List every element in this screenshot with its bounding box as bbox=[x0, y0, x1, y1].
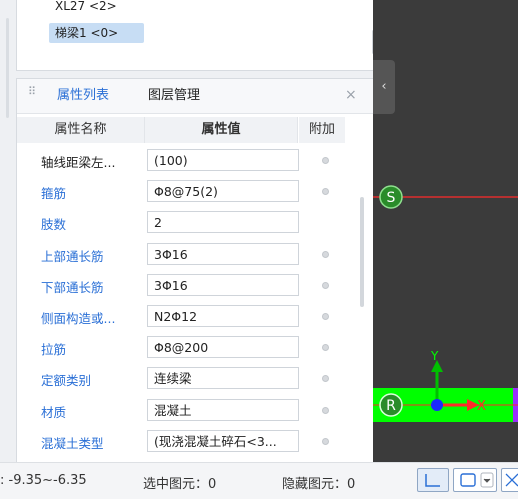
property-name: 轴线距梁左... bbox=[41, 155, 116, 170]
property-name: 箍筋 bbox=[41, 186, 67, 202]
property-name: 混凝土类型 bbox=[41, 435, 104, 451]
cross-select-button[interactable] bbox=[501, 468, 518, 492]
table-row[interactable]: 侧面构造或... N2Φ12 bbox=[17, 301, 373, 332]
column-header-name: 属性名称 bbox=[17, 117, 145, 143]
property-rows: 轴线距梁左... (100) 箍筋 Φ8@75(2) 肢数 2 上部通长筋 3Φ16 下部通长筋… bbox=[17, 145, 373, 457]
extra-checkbox[interactable] bbox=[322, 188, 329, 196]
coordinate-readout: : -9.35~-6.35 bbox=[0, 473, 87, 488]
left-edge-strip bbox=[0, 0, 16, 462]
tab-layer-management[interactable]: 图层管理 bbox=[148, 79, 200, 113]
tab-property-list[interactable]: 属性列表 bbox=[57, 79, 109, 113]
property-value-field[interactable]: 3Φ16 bbox=[147, 273, 299, 296]
panel-tab-bar: ⠿ 属性列表 图层管理 × bbox=[17, 79, 373, 114]
property-value-field[interactable]: Φ8@75(2) bbox=[147, 180, 299, 203]
column-header-extra: 附加 bbox=[299, 117, 345, 143]
list-item-selected[interactable]: 梯梁1 <0> bbox=[49, 23, 145, 43]
collapse-panel-button[interactable]: ‹ bbox=[373, 60, 395, 114]
x-axis-label: X bbox=[477, 399, 486, 414]
table-row[interactable]: 肢数 2 bbox=[17, 207, 373, 238]
drag-handle-icon[interactable]: ⠿ bbox=[28, 86, 36, 102]
selected-count: 选中图元：0 bbox=[143, 477, 217, 492]
corner-snap-icon bbox=[425, 474, 440, 487]
snap-mode-button[interactable] bbox=[417, 468, 449, 492]
extra-checkbox[interactable] bbox=[322, 437, 329, 445]
y-axis-label: Y bbox=[430, 349, 439, 363]
status-bar: : -9.35~-6.35 选中图元：0 隐藏图元：0 bbox=[0, 462, 518, 499]
cross-icon bbox=[505, 473, 518, 487]
property-name: 肢数 bbox=[41, 217, 67, 233]
table-row[interactable]: 上部通长筋 3Φ16 bbox=[17, 239, 373, 270]
properties-scrollbar[interactable] bbox=[360, 197, 364, 307]
extra-checkbox[interactable] bbox=[322, 406, 329, 414]
left-scrollbar[interactable] bbox=[6, 18, 9, 118]
extra-checkbox[interactable] bbox=[322, 157, 329, 164]
column-header-value: 属性值 bbox=[145, 117, 298, 143]
extra-checkbox[interactable] bbox=[322, 375, 329, 383]
property-name: 定额类别 bbox=[41, 373, 92, 389]
r-marker-label: R bbox=[386, 398, 396, 414]
property-name: 上部通长筋 bbox=[41, 248, 104, 264]
property-value-field[interactable]: 混凝土 bbox=[147, 398, 299, 421]
component-list-panel: XL27 <2> 梯梁1 <0> bbox=[16, 0, 375, 71]
hidden-count: 隐藏图元：0 bbox=[282, 477, 356, 492]
extra-checkbox[interactable] bbox=[322, 312, 329, 320]
property-value-field[interactable]: (100) bbox=[147, 149, 299, 171]
property-value-field[interactable]: 连续梁 bbox=[147, 367, 299, 390]
property-name: 拉筋 bbox=[41, 342, 67, 358]
select-frame-dropdown[interactable] bbox=[453, 468, 497, 492]
property-value-field[interactable]: N2Φ12 bbox=[147, 304, 299, 327]
property-name: 下部通长筋 bbox=[41, 279, 104, 295]
extra-checkbox[interactable] bbox=[322, 281, 329, 289]
property-value-field[interactable]: 2 bbox=[147, 211, 299, 234]
list-item[interactable]: XL27 <2> bbox=[49, 0, 123, 16]
table-row[interactable]: 材质 混凝土 bbox=[17, 395, 373, 426]
property-value-field[interactable]: Φ8@200 bbox=[147, 336, 299, 359]
close-icon[interactable]: × bbox=[345, 87, 357, 103]
table-row[interactable]: 轴线距梁左... (100) bbox=[17, 145, 373, 176]
s-marker-label: S bbox=[387, 190, 396, 206]
table-row[interactable]: 混凝土类型 (现浇混凝土碎石<3... bbox=[17, 426, 373, 457]
table-row[interactable]: 定额类别 连续梁 bbox=[17, 363, 373, 394]
table-row[interactable]: 箍筋 Φ8@75(2) bbox=[17, 176, 373, 207]
extra-checkbox[interactable] bbox=[322, 344, 329, 352]
property-value-field[interactable]: 3Φ16 bbox=[147, 242, 299, 265]
extra-checkbox[interactable] bbox=[322, 250, 329, 258]
frame-select-icon bbox=[460, 472, 494, 488]
properties-panel: ⠿ 属性列表 图层管理 × 属性名称 属性值 附加 轴线距梁左... (100) 箍… bbox=[16, 78, 374, 464]
table-row[interactable]: 拉筋 Φ8@200 bbox=[17, 332, 373, 363]
property-name: 侧面构造或... bbox=[41, 310, 116, 326]
property-name: 材质 bbox=[41, 404, 67, 420]
table-row[interactable]: 下部通长筋 3Φ16 bbox=[17, 270, 373, 301]
property-value-field[interactable]: (现浇混凝土碎石<3... bbox=[147, 429, 299, 452]
origin-point-icon bbox=[431, 399, 443, 411]
